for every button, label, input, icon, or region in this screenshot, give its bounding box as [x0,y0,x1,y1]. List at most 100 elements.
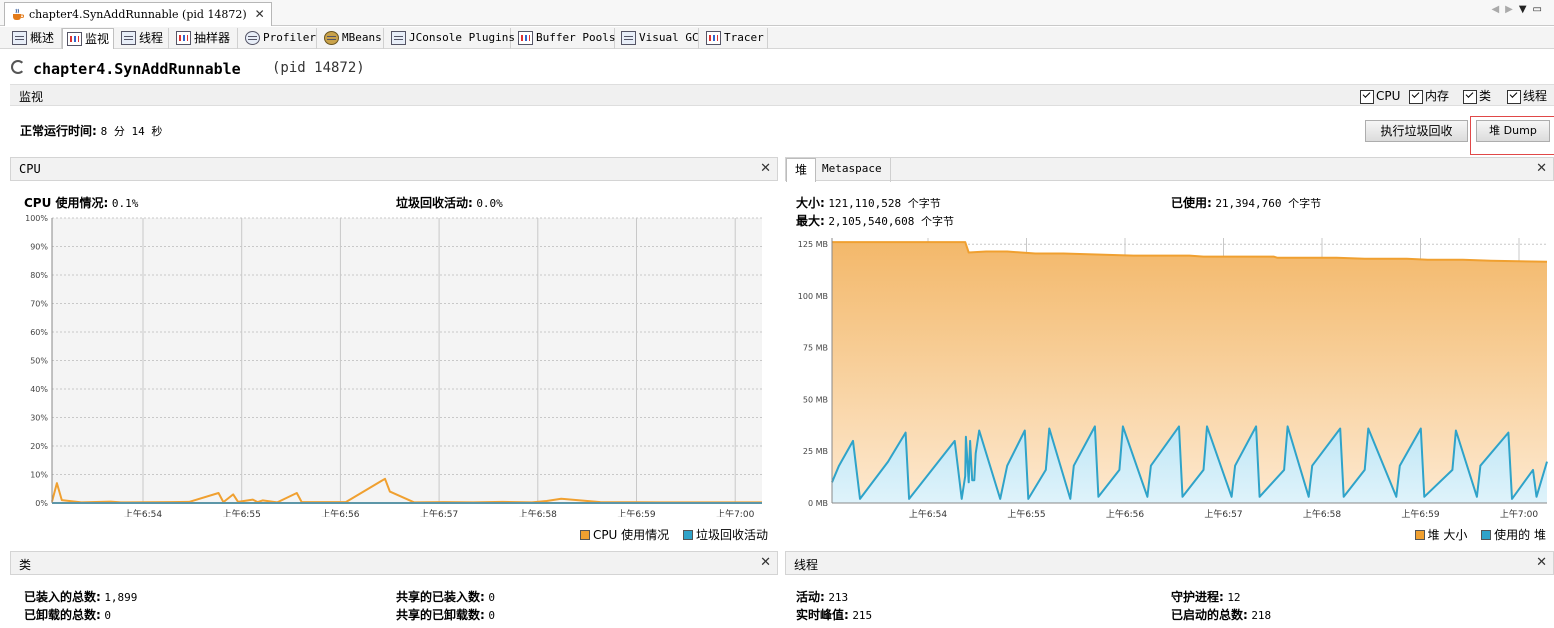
heap-used-stat: 已使用: 21,394,760 个字节 [1171,194,1321,211]
tab-label: JConsole Plugins [409,31,515,44]
scroll-left-icon[interactable]: ◀ [1491,4,1505,15]
tab-visual-gc[interactable]: Visual GC [617,28,699,49]
visual-gc-icon [621,31,636,45]
heap-x-tick-label: 上午6:56 [1106,508,1144,518]
tab-overview[interactable]: 概述 [8,28,62,49]
tab-label: 监视 [85,32,110,46]
cpu-y-tick-label: 80% [30,271,48,280]
close-panel-icon[interactable]: ✕ [760,555,771,570]
tab-navigation[interactable]: ◀▶▼▭ [1491,4,1548,15]
threads-icon [121,31,136,45]
tab-threads[interactable]: 线程 [117,28,169,49]
heap-size-label: 大小: [796,196,825,210]
threads-panel: 线程 ✕ 活动: 213 实时峰值: 215 守护进程: 12 已启动的总数: … [785,551,1554,628]
live-threads-label: 活动: [796,590,825,604]
tab-buffer-pools[interactable]: Buffer Pools [514,28,615,49]
heap-y-tick-label: 0 MB [808,499,828,508]
monitor-section-bar: 监视 CPU 内存 类 线程 [10,84,1554,106]
loaded-total-value: 1,899 [104,591,138,604]
cpu-y-tick-label: 0% [35,499,48,508]
close-panel-icon[interactable]: ✕ [760,161,771,176]
tab-label: 抽样器 [194,31,231,45]
tab-label: Tracer [724,31,764,44]
heap-x-tick-label: 上午7:00 [1500,508,1538,518]
cpu-x-tick-label: 上午6:55 [223,508,261,517]
close-panel-icon[interactable]: ✕ [1536,161,1547,176]
application-name: chapter4.SynAddRunnable [33,60,241,78]
tab-mbeans[interactable]: MBeans [320,28,384,49]
tab-jconsole-plugins[interactable]: JConsole Plugins [387,28,515,49]
daemon-threads-label: 守护进程: [1171,590,1224,604]
cpu-plot-area [52,218,762,503]
heap-size-swatch [1414,530,1425,540]
threads-checkbox[interactable]: 线程 [1507,88,1547,104]
shared-unloaded-stat: 共享的已卸载数: 0 [396,606,495,623]
tab-metaspace[interactable]: Metaspace [814,158,891,182]
tab-tracer[interactable]: Tracer [702,28,768,49]
peak-threads-value: 215 [852,609,873,622]
threads-panel-header: 线程 ✕ [785,551,1554,575]
shared-loaded-label: 共享的已装入数: [396,590,485,604]
gc-activity-swatch [682,530,693,540]
live-threads-stat: 活动: 213 [796,588,848,605]
cpu-y-tick-label: 60% [30,328,48,337]
heap-max-label: 最大: [796,214,825,228]
close-tab-icon[interactable]: ✕ [255,3,265,26]
document-tab-title: chapter4.SynAddRunnable (pid 14872) [29,8,247,21]
gc-activity-value: 0.0% [476,197,503,210]
tab-monitor[interactable]: 监视 [62,28,114,49]
cpu-y-tick-label: 70% [30,300,48,309]
heap-y-tick-label: 100 MB [798,292,828,301]
classes-checkbox[interactable]: 类 [1463,88,1491,104]
tab-label: 线程 [139,31,164,45]
gc-activity-stat: 垃圾回收活动: 0.0% [396,194,503,211]
profiler-icon [245,31,260,45]
memory-checkbox[interactable]: 内存 [1409,88,1449,104]
cpu-x-tick-label: 上午6:56 [321,508,359,517]
threads-panel-title: 线程 [794,558,819,572]
legend-label: 堆 大小 [1427,528,1468,542]
maximize-window-icon[interactable]: ▭ [1533,4,1548,15]
cpu-checkbox[interactable]: CPU [1360,88,1400,104]
tab-list-dropdown-icon[interactable]: ▼ [1519,4,1533,15]
cpu-x-tick-label: 上午6:54 [124,508,162,517]
tab-label: MBeans [342,31,382,44]
loaded-total-label: 已装入的总数: [24,590,101,604]
java-cup-icon [13,8,24,20]
cpu-y-tick-label: 100% [25,214,48,223]
peak-threads-label: 实时峰值: [796,608,849,622]
started-threads-label: 已启动的总数: [1171,608,1248,622]
classes-panel-title: 类 [19,558,32,572]
loading-spinner-icon [11,60,25,74]
cpu-usage-value: 0.1% [111,197,139,210]
classes-panel: 类 ✕ 已装入的总数: 1,899 已卸载的总数: 0 共享的已装入数: 0 共… [10,551,778,628]
unloaded-total-label: 已卸载的总数: [24,608,101,622]
heap-dump-button[interactable]: 堆 Dump [1476,120,1550,142]
cpu-y-tick-label: 30% [30,414,48,423]
heap-x-tick-label: 上午6:57 [1204,508,1242,518]
scroll-right-icon[interactable]: ▶ [1505,4,1519,15]
close-panel-icon[interactable]: ✕ [1536,555,1547,570]
uptime-label: 正常运行时间: [20,124,97,138]
monitor-icon [67,32,82,46]
sampler-icon [176,31,191,45]
tab-profiler[interactable]: Profiler [241,28,317,49]
cpu-x-tick-label: 上午6:59 [617,508,655,517]
cpu-panel: CPU ✕ CPU 使用情况: 0.1% 垃圾回收活动: 0.0% 0% 10% 2… [10,157,778,545]
tab-sampler[interactable]: 抽样器 [172,28,238,49]
legend-item: 使用的 堆 [1481,528,1546,542]
perform-gc-button[interactable]: 执行垃圾回收 [1365,120,1468,142]
heap-chart: 0 MB 25 MB 50 MB 75 MB 100 MB 125 MB 上午6:54 上午6… [798,238,1548,518]
heap-x-tick-label: 上午6:59 [1401,508,1439,518]
started-threads-stat: 已启动的总数: 218 [1171,606,1271,623]
heap-x-tick-label: 上午6:54 [909,508,947,518]
jconsole-icon [391,31,406,45]
heap-x-tick-label: 上午6:58 [1303,508,1341,518]
mbeans-icon [324,31,339,45]
document-tab[interactable]: chapter4.SynAddRunnable (pid 14872) ✕ [4,2,272,26]
tab-heap[interactable]: 堆 [786,158,817,182]
overview-icon [12,31,27,45]
heap-panel-header: 堆 Metaspace ✕ [785,157,1554,182]
shared-loaded-value: 0 [488,591,495,604]
cpu-y-tick-label: 40% [30,385,48,394]
